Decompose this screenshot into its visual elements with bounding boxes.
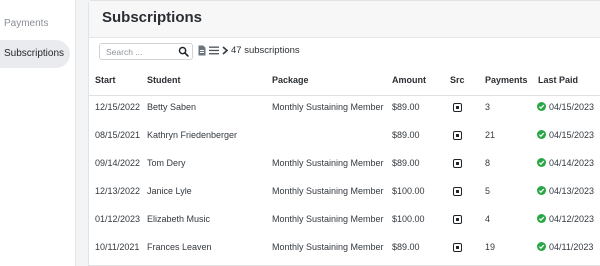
sidebar-item-payments[interactable]: Payments (0, 10, 70, 38)
column-header-amount[interactable]: Amount (392, 75, 426, 85)
csv-file-icon[interactable] (198, 45, 206, 56)
payments-count: 3 (485, 102, 491, 112)
last-paid-date: 04/11/2023 (549, 242, 594, 252)
square-icon (453, 187, 462, 196)
package-name: Monthly Sustaining Member (272, 214, 384, 224)
start-date: 12/15/2022 (95, 102, 141, 112)
payments-count: 4 (485, 214, 491, 224)
table-row[interactable]: 08/15/2021 Kathryn Friedenberger $89.00 … (89, 122, 600, 150)
check-circle-icon (537, 130, 546, 139)
start-date: 01/12/2023 (95, 214, 141, 224)
column-header-start[interactable]: Start (95, 75, 116, 85)
last-paid-date: 04/12/2023 (549, 214, 595, 224)
payments-count: 19 (485, 242, 496, 252)
start-date: 12/13/2022 (95, 186, 141, 196)
amount: $89.00 (392, 242, 420, 252)
chevron-right-icon[interactable] (222, 46, 228, 55)
package-name: Monthly Sustaining Member (272, 186, 384, 196)
last-paid-date: 04/13/2023 (549, 186, 595, 196)
start-date: 09/14/2022 (95, 158, 141, 168)
amount: $89.00 (392, 130, 420, 140)
student-name[interactable]: Frances Leaven (147, 242, 212, 252)
search-box[interactable] (99, 43, 193, 60)
column-header-payments[interactable]: Payments (485, 75, 528, 85)
amount: $100.00 (392, 186, 425, 196)
table-row[interactable]: 09/14/2022 Tom Dery Monthly Sustaining M… (89, 150, 600, 178)
student-name[interactable]: Elizabeth Music (147, 214, 210, 224)
columns-menu-icon[interactable] (209, 46, 219, 55)
last-paid-date: 04/15/2023 (549, 102, 595, 112)
package-name: Monthly Sustaining Member (272, 242, 384, 252)
table-row[interactable]: 10/11/2021 Frances Leaven Monthly Sustai… (89, 234, 600, 262)
table-row[interactable]: 01/12/2023 Elizabeth Music Monthly Susta… (89, 206, 600, 234)
last-paid-date: 04/14/2023 (549, 158, 595, 168)
square-icon (453, 159, 462, 168)
package-name: Monthly Sustaining Member (272, 102, 384, 112)
amount: $100.00 (392, 214, 425, 224)
check-circle-icon (537, 158, 546, 167)
search-icon[interactable] (178, 46, 189, 57)
start-date: 08/15/2021 (95, 130, 141, 140)
column-header-last-paid[interactable]: Last Paid (538, 75, 578, 85)
table-row[interactable]: 12/15/2022 Betty Saben Monthly Sustainin… (89, 94, 600, 122)
sidebar-item-subscriptions[interactable]: Subscriptions (0, 40, 70, 68)
last-paid-date: 04/15/2023 (549, 130, 595, 140)
check-circle-icon (537, 102, 546, 111)
card-header: Subscriptions (89, 1, 600, 38)
check-circle-icon (537, 214, 546, 223)
amount: $89.00 (392, 102, 420, 112)
student-name[interactable]: Tom Dery (147, 158, 186, 168)
payments-count: 5 (485, 186, 491, 196)
page-title: Subscriptions (102, 9, 203, 26)
column-header-package[interactable]: Package (272, 75, 309, 85)
student-name[interactable]: Betty Saben (147, 102, 196, 112)
sidebar: Payments Subscriptions (0, 0, 76, 266)
student-name[interactable]: Kathryn Friedenberger (147, 130, 237, 140)
payments-count: 21 (485, 130, 496, 140)
check-circle-icon (537, 242, 546, 251)
payments-count: 8 (485, 158, 491, 168)
square-icon (453, 103, 462, 112)
amount: $89.00 (392, 158, 420, 168)
package-name: Monthly Sustaining Member (272, 158, 384, 168)
check-circle-icon (537, 186, 546, 195)
table-row[interactable]: 12/13/2022 Janice Lyle Monthly Sustainin… (89, 178, 600, 206)
subscriptions-card: Subscriptions 47 subscriptions Start Stu… (88, 0, 600, 266)
subscription-count: 47 subscriptions (231, 45, 300, 56)
column-header-src[interactable]: Src (450, 75, 465, 85)
student-name[interactable]: Janice Lyle (147, 186, 192, 196)
square-icon (453, 215, 462, 224)
column-header-student[interactable]: Student (147, 75, 181, 85)
search-input[interactable] (106, 45, 176, 58)
start-date: 10/11/2021 (95, 242, 140, 252)
square-icon (453, 243, 462, 252)
square-icon (453, 131, 462, 140)
